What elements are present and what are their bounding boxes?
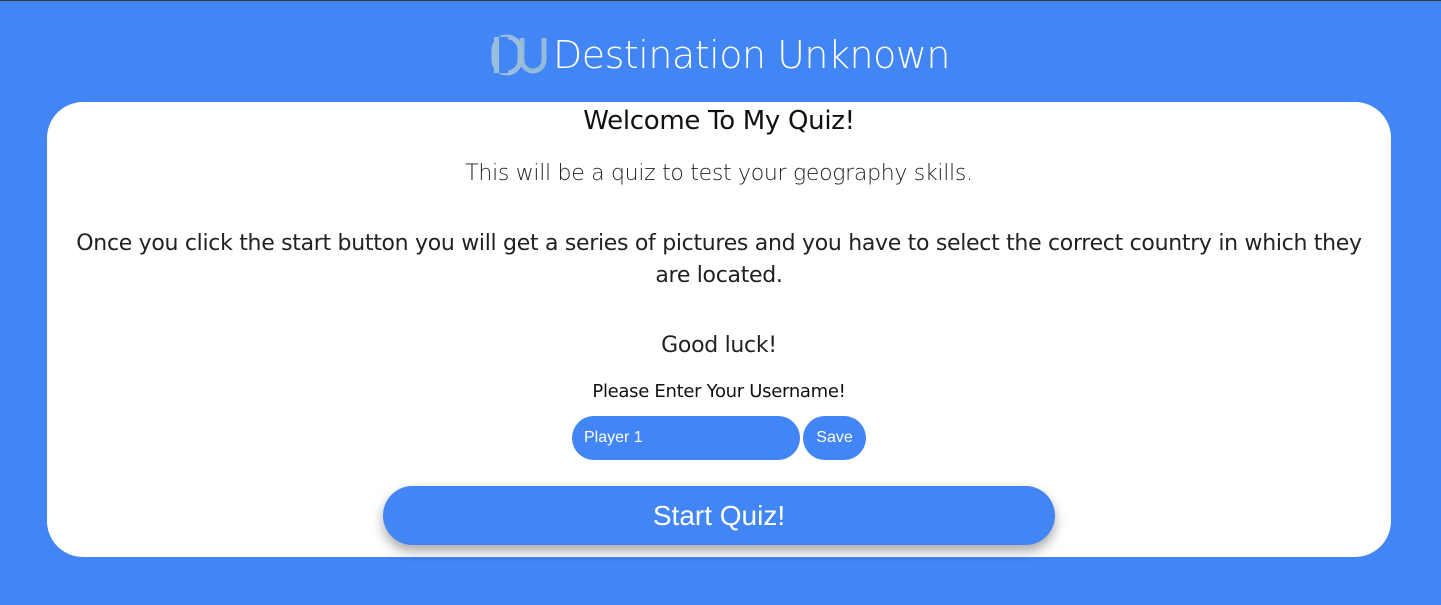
intro-text: This will be a quiz to test your geograp…	[465, 161, 973, 186]
good-luck-text: Good luck!	[661, 333, 777, 358]
username-form: Save	[572, 416, 866, 460]
du-logo-icon	[491, 34, 549, 76]
instructions-text: Once you click the start button you will…	[76, 231, 1362, 288]
quiz-welcome-card: Welcome To My Quiz! This will be a quiz …	[47, 102, 1391, 557]
welcome-heading: Welcome To My Quiz!	[583, 106, 855, 136]
username-label: Please Enter Your Username!	[592, 381, 846, 402]
save-button[interactable]: Save	[803, 416, 866, 460]
start-quiz-button[interactable]: Start Quiz!	[383, 486, 1055, 545]
site-title: Destination Unknown	[552, 33, 951, 77]
site-header: Destination Unknown	[0, 27, 1441, 83]
username-input[interactable]	[572, 416, 800, 460]
